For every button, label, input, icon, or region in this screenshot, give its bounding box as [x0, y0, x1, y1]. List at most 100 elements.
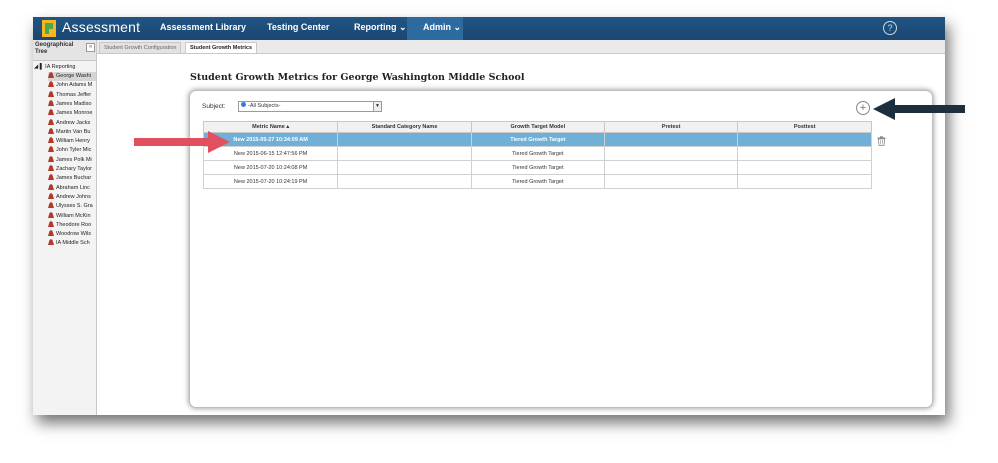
school-icon: [48, 146, 54, 153]
tree-item[interactable]: James Polk Mi: [48, 155, 96, 165]
page-title: Student Growth Metrics for George Washin…: [190, 72, 525, 83]
help-icon[interactable]: ?: [883, 21, 897, 35]
table-row[interactable]: New 2015-07-20 10:24:19 PM Tiered Growth …: [202, 174, 872, 189]
tree-item-label: Andrew Jacks: [56, 119, 91, 126]
tree-item-label: Woodrow Wils: [56, 231, 92, 238]
nav-admin[interactable]: Admin ⌄: [423, 22, 461, 33]
red-pointer-arrow-icon: [134, 131, 230, 153]
tree-item-label: Thomas Jeffer: [56, 91, 92, 98]
tree-item[interactable]: George Washi: [48, 72, 96, 81]
school-icon: [48, 137, 54, 144]
school-icon: [48, 192, 54, 199]
tree-item-label: James Buchar: [56, 175, 92, 182]
table-row[interactable]: New 2015-06-15 12:47:56 PM Tiered Growth …: [202, 146, 872, 161]
collapse-sidebar-icon[interactable]: «: [86, 43, 95, 52]
nav-reporting[interactable]: Reporting ⌄: [354, 22, 407, 33]
tree-item-label: Zachary Taylor: [56, 166, 92, 172]
tab-student-growth-metrics[interactable]: Student Growth Metrics: [185, 42, 258, 53]
tree-item[interactable]: Ulysses S. Gra: [48, 202, 96, 211]
tree-item-label: IA Middle Sch: [56, 240, 90, 247]
tree-item-label: John Adams M: [56, 82, 93, 89]
school-icon: [48, 99, 54, 106]
table-header-row: Metric Name ▴ Standard Category Name Gro…: [202, 121, 872, 133]
tree-item-label: James Madiso: [56, 100, 92, 107]
school-icon: [48, 155, 54, 162]
table-row[interactable]: New 2015-07-20 10:24:08 PM Tiered Growth …: [202, 160, 872, 175]
tree-item[interactable]: John Adams M: [48, 81, 96, 90]
tree-root-node[interactable]: ◢ ▌ IA Reporting: [34, 64, 75, 70]
tree-item-label: Ulysses S. Gra: [56, 203, 93, 210]
table-cell: Tiered Growth Target: [470, 146, 605, 161]
tree-item[interactable]: Zachary Taylor: [48, 165, 96, 174]
chevron-down-icon[interactable]: ▼: [373, 102, 381, 111]
tree-item[interactable]: James Monroe: [48, 109, 96, 118]
tree-item[interactable]: Andrew Jacks: [48, 118, 96, 128]
col-pretest[interactable]: Pretest: [603, 121, 739, 133]
col-standard-category-name[interactable]: Standard Category Name: [337, 121, 472, 133]
table-cell: [337, 160, 472, 175]
table-cell: [737, 146, 872, 161]
sidebar-title: Geographical Tree: [35, 42, 74, 55]
school-icon: [48, 90, 54, 97]
school-icon: [48, 81, 54, 88]
trash-icon[interactable]: [877, 136, 886, 146]
tree-item[interactable]: John Tyler Mic: [48, 146, 96, 155]
nav-testing-center[interactable]: Testing Center: [267, 22, 329, 32]
nav-assessment-library[interactable]: Assessment Library: [160, 22, 246, 32]
tree-item-label: James Polk Mi: [56, 156, 92, 163]
col-posttest[interactable]: Posttest: [737, 121, 872, 133]
table-cell: [337, 132, 472, 147]
school-icon: [48, 183, 54, 190]
tree-item-label: John Tyler Mic: [56, 147, 92, 154]
app-window: Assessment Assessment Library Testing Ce…: [33, 17, 945, 415]
app-brand[interactable]: Assessment: [62, 19, 140, 35]
add-metric-icon[interactable]: +: [856, 101, 870, 115]
school-icon: [48, 165, 54, 171]
school-icon: [48, 72, 54, 78]
table-cell: Tiered Growth Target: [470, 132, 605, 147]
tree-item[interactable]: Abraham Linc: [48, 183, 96, 193]
tree-item[interactable]: William McKin: [48, 211, 96, 221]
school-icon: [48, 239, 54, 246]
subject-dot-icon: [241, 102, 246, 107]
subject-select[interactable]: -All Subjects- ▼: [238, 101, 382, 112]
school-icon: [48, 109, 54, 116]
tree-item-label: William McKin: [56, 212, 91, 219]
school-icon: [48, 220, 54, 227]
tree-item[interactable]: Andrew Johns: [48, 192, 96, 202]
tree-item[interactable]: James Buchar: [48, 174, 96, 183]
table-cell: [737, 132, 872, 147]
tree-item-label: Abraham Linc: [56, 184, 90, 191]
geographical-tree-panel: Geographical Tree « ◢ ▌ IA Reporting Geo…: [33, 40, 97, 415]
tree-item-label: Martin Van Bu: [56, 128, 91, 135]
table-cell: New 2015-07-20 10:24:19 PM: [202, 174, 339, 189]
school-icon: [48, 202, 54, 209]
col-growth-target-model[interactable]: Growth Target Model: [470, 121, 605, 133]
table-cell: [603, 132, 739, 147]
tree-item[interactable]: Martin Van Bu: [48, 127, 96, 137]
table-cell: [737, 160, 872, 175]
tree-item[interactable]: Thomas Jeffer: [48, 90, 96, 100]
tree-item[interactable]: Woodrow Wils: [48, 230, 96, 239]
school-icon: [48, 127, 54, 134]
table-cell: Tiered Growth Target: [470, 174, 605, 189]
tree-item[interactable]: William Henry: [48, 137, 96, 146]
sidebar-header: Geographical Tree «: [33, 40, 96, 61]
table-row[interactable]: New 2015-05-27 10:34:09 AM Tiered Growth …: [202, 132, 872, 147]
table-cell: [603, 160, 739, 175]
table-cell: [337, 174, 472, 189]
school-icon: [48, 118, 54, 125]
tree-item[interactable]: Theodore Roo: [48, 220, 96, 230]
assessment-logo-icon: [42, 20, 56, 37]
metrics-table: Metric Name ▴ Standard Category Name Gro…: [202, 121, 872, 189]
subject-label: Subject:: [202, 103, 226, 110]
tree-item[interactable]: IA Middle Sch: [48, 239, 96, 248]
school-icon: [48, 230, 54, 237]
tree-item[interactable]: James Madiso: [48, 99, 96, 109]
table-cell: Tiered Growth Target: [470, 160, 605, 175]
table-cell: [603, 174, 739, 189]
school-icon: [48, 211, 54, 218]
tab-student-growth-configuration[interactable]: Student Growth Configuration: [99, 42, 182, 53]
tree-item-label: Theodore Roo: [56, 221, 92, 228]
table-cell: [603, 146, 739, 161]
